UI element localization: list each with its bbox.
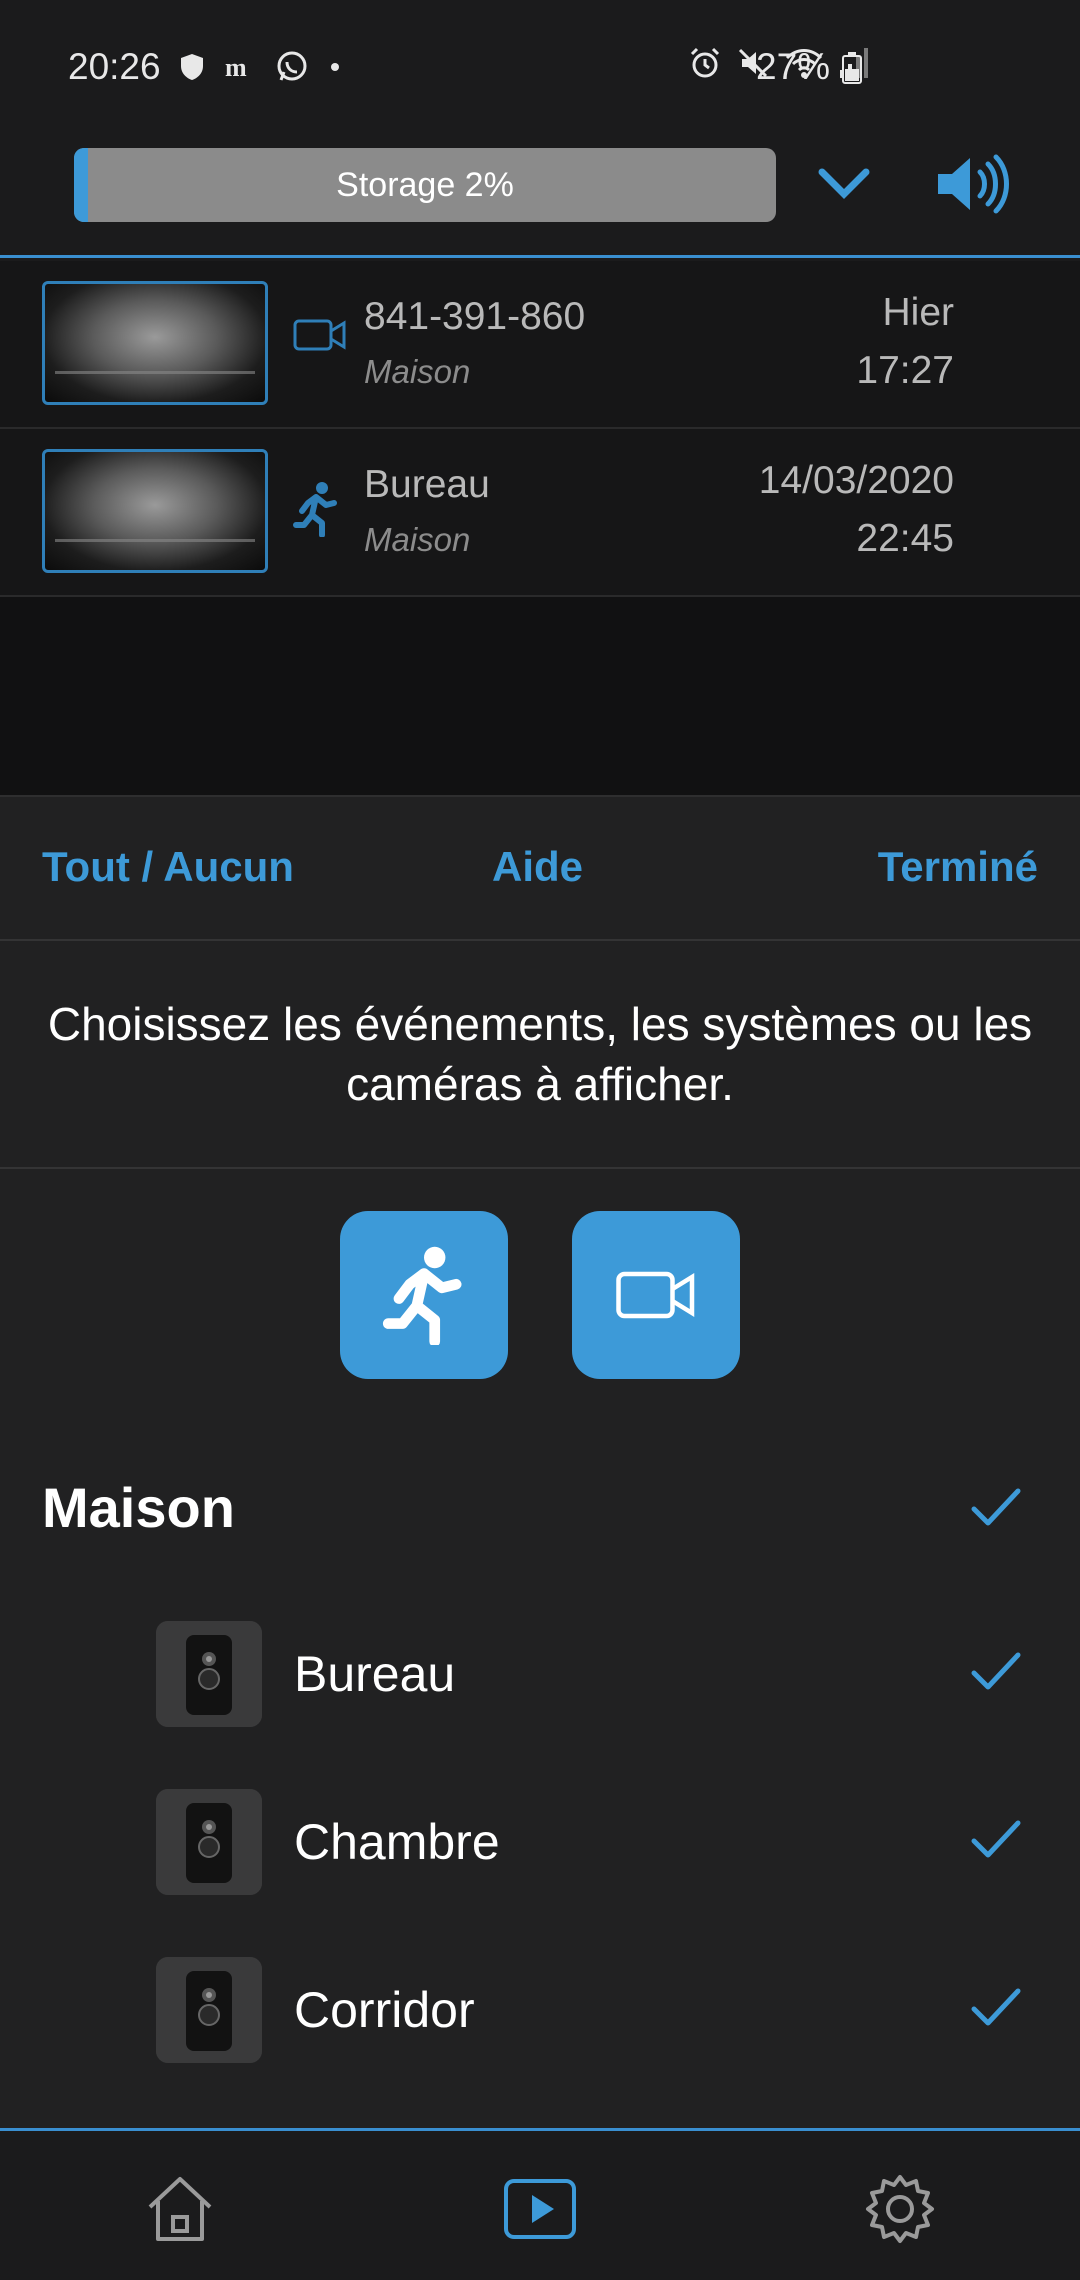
camera-name: Bureau	[294, 1646, 456, 1702]
filter-panel: Maison Bureau Chambre Corridor	[0, 1169, 1080, 2129]
camera-thumbnail	[156, 1621, 262, 1727]
chevron-down-icon[interactable]	[816, 162, 872, 206]
event-subtitle: Maison	[364, 521, 471, 558]
check-icon[interactable]	[970, 1485, 1022, 1529]
status-bar-left: 20:26 m	[68, 46, 343, 88]
camera-row[interactable]: Chambre	[0, 1789, 1080, 1899]
shield-icon	[180, 54, 203, 80]
camera-row[interactable]: Bureau	[0, 1621, 1080, 1731]
camera-device-icon	[156, 1957, 262, 2063]
group-title: Maison	[42, 1476, 235, 1539]
event-date: 14/03/2020	[758, 459, 954, 502]
alarm-icon	[690, 47, 720, 78]
event-title: Bureau	[364, 463, 490, 506]
speaker-icon[interactable]	[934, 154, 1010, 214]
check-icon[interactable]	[970, 1649, 1022, 1693]
filter-instruction: Choisissez les événements, les systèmes …	[0, 941, 1080, 1169]
bottom-nav	[0, 2128, 1080, 2280]
svg-text:m: m	[225, 53, 247, 82]
camera-name: Chambre	[294, 1814, 500, 1870]
dot-icon	[330, 63, 339, 71]
event-thumbnail[interactable]	[42, 449, 268, 573]
filter-action-bar: Tout / Aucun Aide Terminé	[0, 795, 1080, 941]
done-button[interactable]: Terminé	[878, 843, 1038, 891]
storage-label: Storage 2%	[336, 165, 514, 204]
storage-bar: Storage 2%	[74, 148, 776, 222]
event-subtitle: Maison	[364, 353, 471, 390]
newspaper-icon: m	[225, 53, 247, 82]
camera-device-icon	[156, 1789, 262, 1895]
motion-running-icon	[382, 1246, 462, 1345]
event-row[interactable]: 841-391-860 Maison Hier 17:27	[0, 261, 1080, 429]
event-date: Hier	[882, 291, 954, 334]
video-camera-icon	[293, 319, 346, 351]
event-row[interactable]: Bureau Maison 14/03/2020 22:45	[0, 429, 1080, 597]
check-icon[interactable]	[970, 1817, 1022, 1861]
clock: 20:26	[68, 46, 161, 87]
status-bar: 20:26 m 27%	[0, 0, 1080, 130]
whatsapp-icon	[277, 51, 307, 81]
motion-filter-button[interactable]	[340, 1211, 508, 1379]
motion-running-icon	[293, 482, 337, 537]
event-title: 841-391-860	[364, 295, 586, 338]
camera-row[interactable]: Corridor	[0, 1957, 1080, 2067]
video-camera-icon	[616, 1271, 695, 1319]
battery-icon	[842, 52, 862, 84]
camera-name: Corridor	[294, 1982, 475, 2038]
events-list: 841-391-860 Maison Hier 17:27 Bureau Mai…	[0, 261, 1080, 795]
event-thumbnail[interactable]	[42, 281, 268, 405]
event-time: 17:27	[856, 349, 954, 392]
select-all-button[interactable]: Tout / Aucun	[42, 843, 294, 891]
battery-percent: 27%	[756, 46, 831, 87]
home-icon[interactable]	[142, 2171, 218, 2247]
camera-thumbnail	[156, 1957, 262, 2063]
help-button[interactable]: Aide	[492, 843, 583, 891]
camera-device-icon	[156, 1621, 262, 1727]
camera-thumbnail	[156, 1789, 262, 1895]
play-icon[interactable]	[502, 2171, 578, 2247]
check-icon[interactable]	[970, 1985, 1022, 2029]
top-bar: Storage 2%	[0, 130, 1080, 258]
settings-icon[interactable]	[862, 2171, 938, 2247]
camera-filter-button[interactable]	[572, 1211, 740, 1379]
event-time: 22:45	[856, 517, 954, 560]
